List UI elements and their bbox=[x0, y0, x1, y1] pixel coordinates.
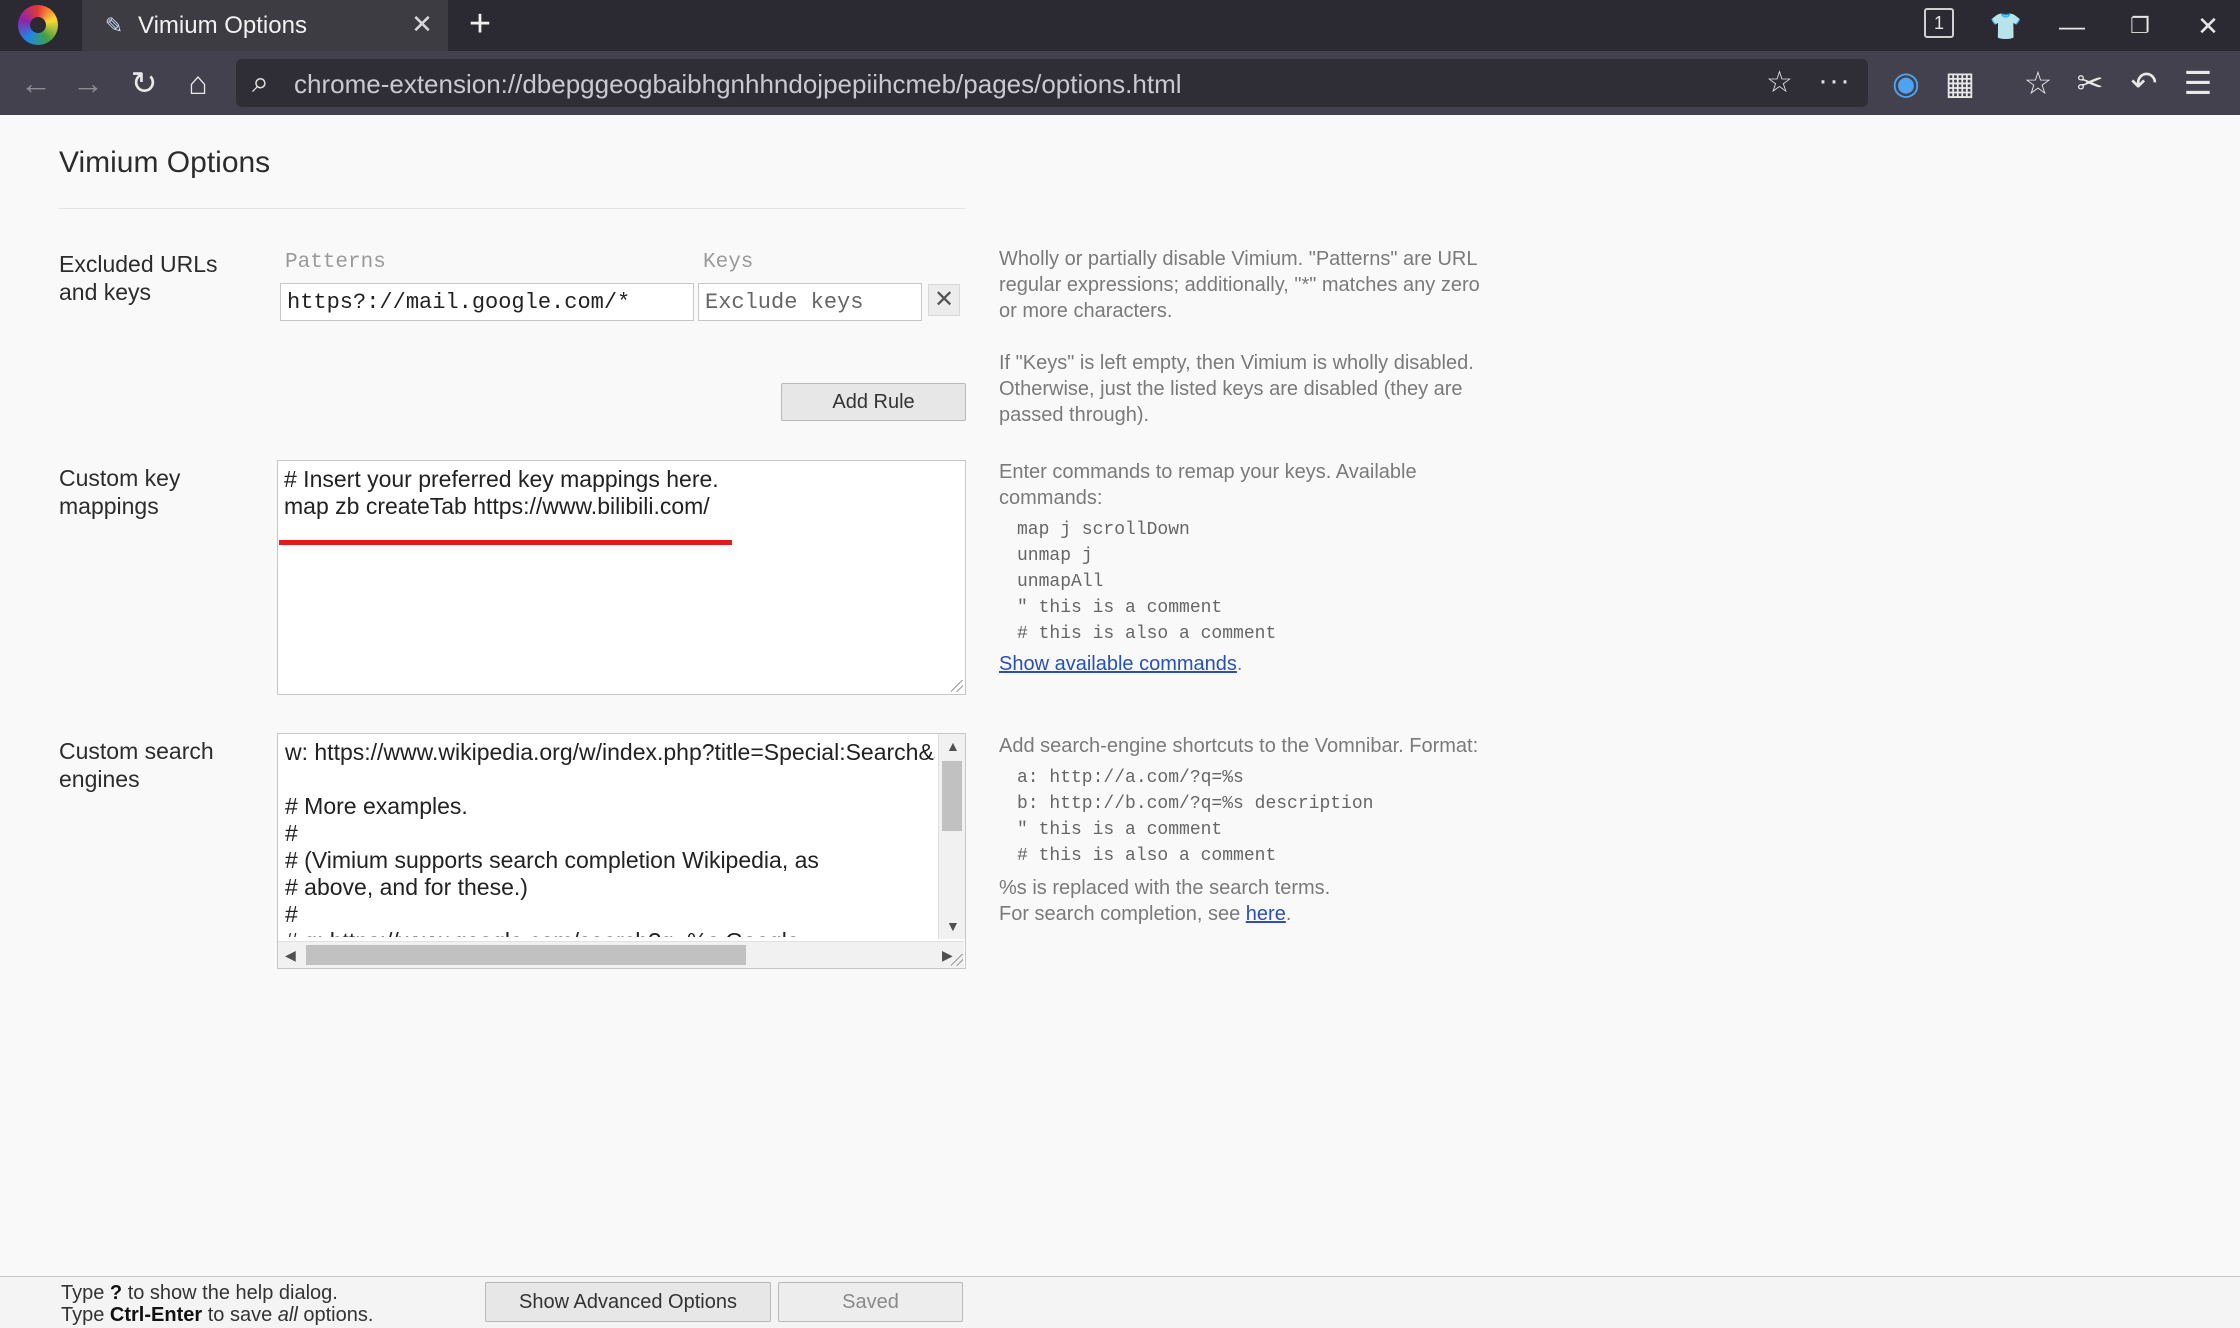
excluded-help-text-2: If "Keys" is left empty, then Vimium is … bbox=[999, 352, 1474, 426]
footer-text: to show the help dialog. bbox=[122, 1282, 338, 1304]
show-advanced-options-button[interactable]: Show Advanced Options bbox=[485, 1282, 771, 1322]
horizontal-scrollbar[interactable]: ◀ ▶ bbox=[278, 941, 964, 968]
key-mappings-help-intro: Enter commands to remap your keys. Avail… bbox=[999, 461, 1417, 509]
new-tab-plus-icon[interactable]: + bbox=[462, 5, 498, 43]
excluded-urls-label-line1: Excluded URLs bbox=[59, 251, 218, 277]
footer-key: Ctrl-Enter bbox=[109, 1304, 203, 1326]
search-engines-label-line2: engines bbox=[59, 766, 140, 792]
excluded-urls-label: Excluded URLs and keys bbox=[59, 250, 218, 306]
footer-emphasis: all bbox=[277, 1304, 298, 1326]
back-arrow-icon[interactable]: ← bbox=[16, 63, 56, 103]
undo-close-tab-icon[interactable]: ↶ bbox=[2124, 63, 2164, 103]
footer-text: to save bbox=[202, 1304, 278, 1326]
scroll-down-arrow-icon[interactable]: ▼ bbox=[946, 918, 960, 934]
search-engine-line: # bbox=[285, 820, 298, 846]
search-engine-line bbox=[285, 766, 935, 793]
address-bar[interactable]: ⌕ chrome-extension://dbepggeogbaibhgnhhn… bbox=[236, 59, 1868, 107]
link-suffix: . bbox=[1285, 903, 1292, 925]
reload-icon[interactable]: ↻ bbox=[124, 63, 164, 103]
menu-hamburger-icon[interactable]: ☰ bbox=[2178, 63, 2218, 103]
scroll-left-arrow-icon[interactable]: ◀ bbox=[285, 947, 296, 963]
search-engine-line: # More examples. bbox=[285, 793, 468, 819]
pattern-input[interactable]: https?://mail.google.com/* bbox=[280, 283, 694, 321]
red-underline-annotation bbox=[279, 540, 732, 545]
forward-arrow-icon[interactable]: → bbox=[68, 63, 108, 103]
favorites-list-icon[interactable]: ☆ bbox=[2018, 63, 2058, 103]
search-engines-textarea[interactable]: w: https://www.wikipedia.org/w/index.php… bbox=[277, 733, 966, 969]
search-engines-label-line1: Custom search bbox=[59, 738, 214, 764]
close-window-icon[interactable]: ✕ bbox=[2188, 8, 2228, 44]
vertical-scrollbar[interactable]: ▲ ▼ bbox=[938, 734, 965, 939]
search-engines-examples: a: http://a.com/?q=%s b: http://b.com/?q… bbox=[1017, 768, 1374, 866]
footer-text: options. bbox=[297, 1304, 374, 1326]
key-mappings-label-line2: mappings bbox=[59, 493, 159, 519]
key-mappings-examples: map j scrollDown unmap j unmapAll " this… bbox=[1017, 520, 1277, 644]
home-icon[interactable]: ⌂ bbox=[178, 63, 218, 103]
footer-text: Type bbox=[61, 1304, 110, 1326]
screenshot-scissors-icon[interactable]: ✂ bbox=[2070, 63, 2110, 103]
minimize-icon[interactable]: — bbox=[2052, 8, 2092, 44]
search-engines-help-line2: For search completion, see here. bbox=[999, 901, 1499, 927]
tab-close-icon[interactable]: ✕ bbox=[408, 10, 436, 38]
key-mappings-textarea[interactable]: # Insert your preferred key mappings her… bbox=[277, 460, 966, 695]
horizontal-scroll-thumb[interactable] bbox=[306, 945, 746, 965]
key-mapping-line: # Insert your preferred key mappings her… bbox=[284, 466, 719, 492]
keys-header: Keys bbox=[703, 251, 754, 274]
page-actions-more-icon[interactable]: ··· bbox=[1818, 63, 1851, 99]
skin-shirt-icon[interactable]: 👕 bbox=[1986, 8, 2026, 44]
remove-rule-close-icon[interactable]: ✕ bbox=[928, 284, 960, 316]
search-completion-text: For search completion, see bbox=[999, 903, 1246, 925]
excluded-urls-label-line2: and keys bbox=[59, 279, 152, 305]
search-engine-line: # (Vimium supports search completion Wik… bbox=[285, 847, 819, 873]
patterns-header: Patterns bbox=[285, 251, 386, 274]
scroll-up-arrow-icon[interactable]: ▲ bbox=[946, 738, 960, 754]
options-footer: Type ? to show the help dialog. Type Ctr… bbox=[0, 1276, 2240, 1328]
search-completion-here-link[interactable]: here bbox=[1246, 903, 1286, 925]
navigation-bar: ← → ↻ ⌂ ⌕ chrome-extension://dbepggeogba… bbox=[0, 51, 2240, 115]
search-engines-text: w: https://www.wikipedia.org/w/index.php… bbox=[285, 739, 935, 937]
link-suffix: . bbox=[1236, 653, 1243, 675]
tab-title: Vimium Options bbox=[138, 12, 307, 39]
restore-window-icon[interactable]: ❐ bbox=[2120, 8, 2160, 44]
exclude-keys-input[interactable]: Exclude keys bbox=[698, 283, 922, 321]
vimium-favicon-icon: ✎ bbox=[104, 13, 124, 38]
search-engine-line: w: https://www.wikipedia.org/w/index.php… bbox=[285, 739, 935, 765]
resize-grip-icon[interactable] bbox=[951, 680, 963, 692]
search-engine-line: # above, and for these.) bbox=[285, 874, 528, 900]
show-available-commands-link[interactable]: Show available commands bbox=[999, 653, 1237, 675]
search-engines-help-line1: %s is replaced with the search terms. bbox=[999, 877, 1331, 899]
search-engines-help-intro: Add search-engine shortcuts to the Vomni… bbox=[999, 735, 1479, 757]
key-mappings-help: Enter commands to remap your keys. Avail… bbox=[999, 459, 1499, 677]
extension-icon[interactable]: ◉ bbox=[1886, 63, 1926, 103]
footer-help-line1: Type ? to show the help dialog. bbox=[61, 1282, 338, 1305]
tab-vimium-options[interactable]: ✎ Vimium Options ✕ bbox=[82, 0, 448, 51]
key-mappings-label-line1: Custom key bbox=[59, 465, 181, 491]
page-title: Vimium Options bbox=[59, 146, 271, 179]
excluded-help: Wholly or partially disable Vimium. "Pat… bbox=[999, 246, 1499, 454]
bookmark-star-icon[interactable]: ☆ bbox=[1766, 65, 1793, 101]
tab-count-icon[interactable]: 1 bbox=[1924, 8, 1954, 38]
tab-strip: ✎ Vimium Options ✕ + 1 👕 — ❐ ✕ bbox=[0, 0, 2240, 51]
title-divider bbox=[59, 208, 965, 209]
key-mapping-line: map zb createTab https://www.bilibili.co… bbox=[284, 493, 710, 519]
footer-key: ? bbox=[109, 1282, 123, 1304]
footer-text: Type bbox=[61, 1282, 110, 1304]
add-rule-button[interactable]: Add Rule bbox=[781, 383, 966, 421]
browser-logo-icon[interactable] bbox=[18, 5, 58, 45]
search-engine-line: # g: https://www.google.com/search?q=%s … bbox=[285, 928, 935, 937]
footer-help-line2: Type Ctrl-Enter to save all options. bbox=[61, 1304, 373, 1327]
search-engines-help: Add search-engine shortcuts to the Vomni… bbox=[999, 733, 1499, 927]
vertical-scroll-thumb[interactable] bbox=[942, 761, 962, 831]
url-text[interactable]: chrome-extension://dbepggeogbaibhgnhhndo… bbox=[294, 69, 1182, 100]
apps-grid-icon[interactable]: ▦ bbox=[1940, 63, 1980, 103]
key-mappings-help-link-row: Show available commands. bbox=[999, 651, 1499, 677]
saved-button[interactable]: Saved bbox=[778, 1282, 963, 1322]
key-mappings-label: Custom key mappings bbox=[59, 464, 180, 520]
search-engine-line: # bbox=[285, 901, 298, 927]
excluded-help-text-1: Wholly or partially disable Vimium. "Pat… bbox=[999, 248, 1480, 322]
search-icon: ⌕ bbox=[252, 66, 269, 99]
search-engines-label: Custom search engines bbox=[59, 737, 214, 793]
resize-grip-icon[interactable] bbox=[951, 954, 963, 966]
